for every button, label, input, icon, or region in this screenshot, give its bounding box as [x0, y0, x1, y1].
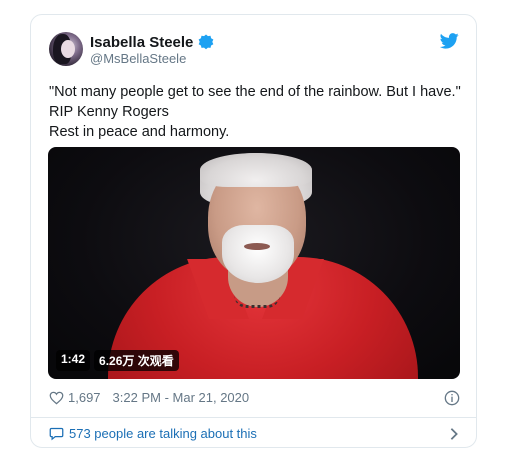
tweet-timestamp[interactable]: 3:22 PM - Mar 21, 2020: [113, 390, 250, 405]
speech-bubble-icon: [49, 427, 64, 441]
video-views: 6.26万 次观看: [94, 350, 179, 371]
heart-icon[interactable]: [49, 391, 64, 405]
chevron-right-icon[interactable]: [449, 427, 459, 441]
tweet-text-line: Rest in peace and harmony.: [49, 124, 230, 140]
tweet-text-line: RIP Kenny Rogers: [49, 104, 169, 120]
handle[interactable]: @MsBellaSteele: [90, 51, 186, 66]
divider: [31, 417, 476, 418]
tweet-text-line: "Not many people get to see the end of t…: [49, 84, 461, 100]
like-count[interactable]: 1,697: [68, 390, 101, 405]
talking-about-link[interactable]: 573 people are talking about this: [49, 426, 461, 441]
tweet-text: "Not many people get to see the end of t…: [49, 82, 461, 142]
tweet-meta: 1,697 3:22 PM - Mar 21, 2020: [49, 390, 461, 406]
tweet-card: Isabella Steele @MsBellaSteele "Not many…: [30, 14, 477, 448]
avatar[interactable]: [49, 32, 83, 66]
display-name[interactable]: Isabella Steele: [90, 34, 193, 51]
video-player[interactable]: 1:42 6.26万 次观看: [48, 147, 460, 379]
talking-about-text[interactable]: 573 people are talking about this: [69, 426, 257, 441]
video-duration: 1:42: [56, 350, 91, 371]
twitter-bird-icon[interactable]: [440, 33, 459, 49]
verified-badge-icon: [199, 34, 214, 50]
author-name-row[interactable]: Isabella Steele: [90, 33, 215, 51]
video-info-badge: 1:42 6.26万 次观看: [56, 350, 179, 371]
info-icon[interactable]: [444, 390, 460, 406]
